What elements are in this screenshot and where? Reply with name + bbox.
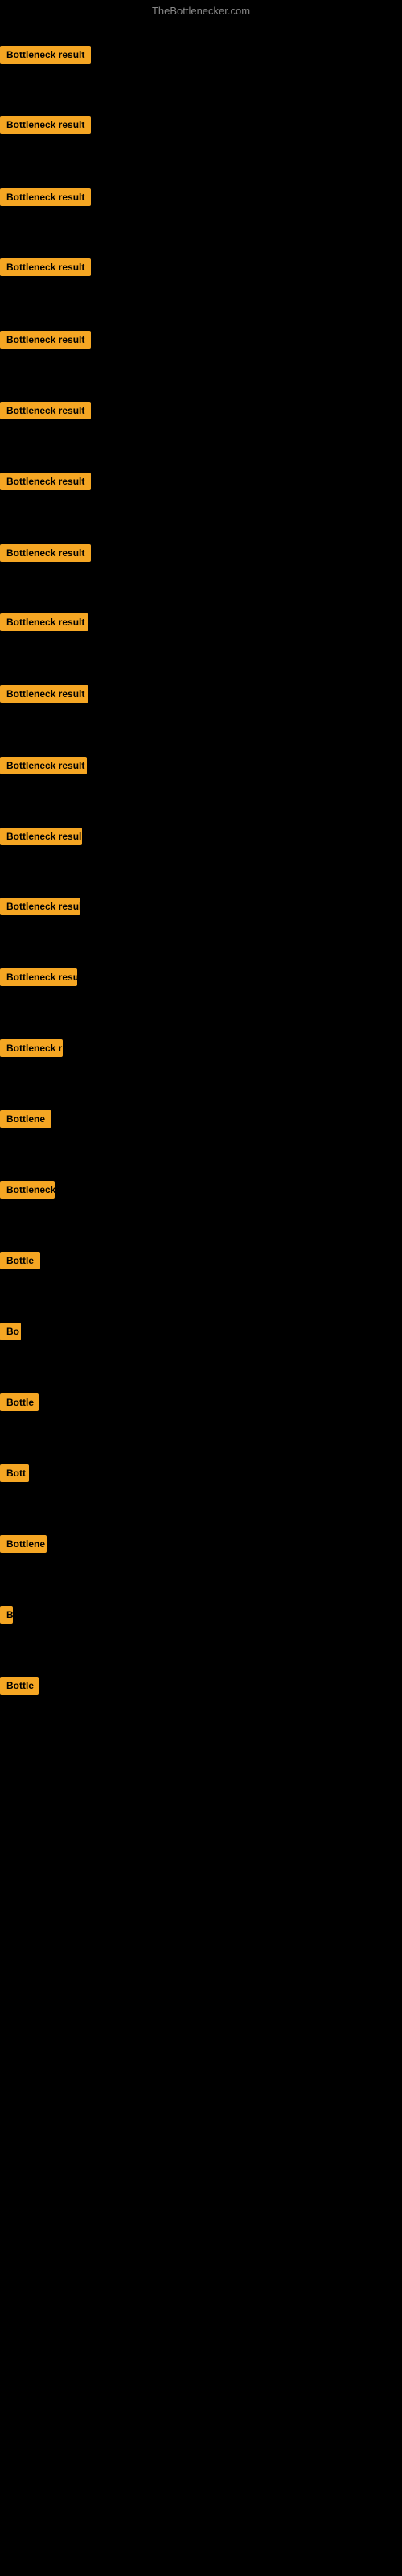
site-title: TheBottlenecker.com: [0, 5, 402, 17]
bottleneck-result-badge[interactable]: Bottleneck result: [0, 757, 87, 774]
bottleneck-result-badge[interactable]: Bottle: [0, 1252, 40, 1269]
bottleneck-result-badge[interactable]: Bottleneck: [0, 1181, 55, 1199]
bottleneck-result-badge[interactable]: Bottleneck result: [0, 473, 91, 490]
bottleneck-result-badge[interactable]: Bottlene: [0, 1110, 51, 1128]
bottleneck-result-badge[interactable]: Bottleneck result: [0, 613, 88, 631]
bottleneck-result-badge[interactable]: Bottleneck result: [0, 685, 88, 703]
bottleneck-result-badge[interactable]: Bottle: [0, 1393, 39, 1411]
bottleneck-result-badge[interactable]: Bottleneck result: [0, 258, 91, 276]
bottleneck-result-badge[interactable]: Bo: [0, 1323, 21, 1340]
bottleneck-result-badge[interactable]: Bottleneck result: [0, 46, 91, 64]
bottleneck-result-badge[interactable]: Bottleneck result: [0, 968, 77, 986]
bottleneck-result-badge[interactable]: Bottleneck result: [0, 402, 91, 419]
bottleneck-result-badge[interactable]: Bottleneck result: [0, 116, 91, 134]
bottleneck-result-badge[interactable]: B: [0, 1606, 13, 1624]
bottleneck-result-badge[interactable]: Bottleneck resul: [0, 828, 82, 845]
bottleneck-result-badge[interactable]: Bottleneck result: [0, 331, 91, 349]
bottleneck-result-badge[interactable]: Bottleneck result: [0, 898, 80, 915]
bottleneck-result-badge[interactable]: Bottleneck result: [0, 544, 91, 562]
bottleneck-result-badge[interactable]: Bottleneck result: [0, 188, 91, 206]
bottleneck-result-badge[interactable]: Bottleneck r: [0, 1039, 63, 1057]
bottleneck-result-badge[interactable]: Bottle: [0, 1677, 39, 1695]
bottleneck-result-badge[interactable]: Bott: [0, 1464, 29, 1482]
bottleneck-result-badge[interactable]: Bottlene: [0, 1535, 47, 1553]
